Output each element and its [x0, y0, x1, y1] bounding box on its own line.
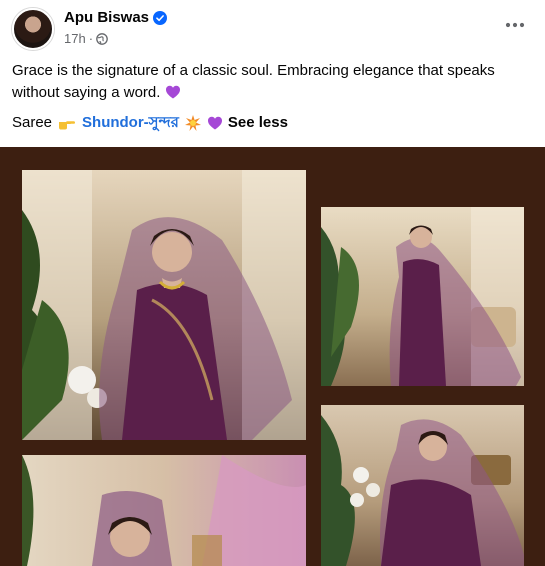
- meta-separator: ·: [88, 31, 94, 46]
- verified-badge-icon: [153, 10, 168, 25]
- caption-text: Grace is the signature of a classic soul…: [12, 62, 495, 101]
- pointing-right-emoji: [59, 121, 76, 130]
- photo-gallery: [0, 147, 545, 566]
- purple-heart-emoji: [207, 116, 222, 130]
- tag-prefix: Saree: [12, 114, 53, 131]
- post-caption: Grace is the signature of a classic soul…: [12, 60, 533, 104]
- gallery-photo-2[interactable]: [321, 207, 524, 386]
- author-avatar[interactable]: [12, 8, 54, 50]
- post-meta: 17h ·: [64, 31, 108, 46]
- more-options-button[interactable]: [500, 10, 530, 40]
- hashtag-link[interactable]: Shundor-সুন্দর: [82, 112, 179, 134]
- gallery-photo-3[interactable]: [22, 455, 306, 566]
- more-options-icon: [505, 22, 525, 28]
- post-header: Apu Biswas 17h ·: [0, 0, 545, 56]
- see-less-link[interactable]: See less: [228, 112, 288, 134]
- author-row: Apu Biswas: [64, 9, 168, 26]
- gallery-photo-1[interactable]: [22, 170, 306, 440]
- post-timestamp[interactable]: 17h: [64, 31, 86, 46]
- collision-emoji: [184, 115, 201, 131]
- author-name[interactable]: Apu Biswas: [64, 9, 149, 26]
- purple-heart-emoji: [165, 85, 180, 99]
- tags-row: Saree Shundor-সুন্দর See less: [12, 112, 288, 134]
- globe-icon[interactable]: [96, 32, 108, 45]
- gallery-photo-4[interactable]: [321, 405, 524, 566]
